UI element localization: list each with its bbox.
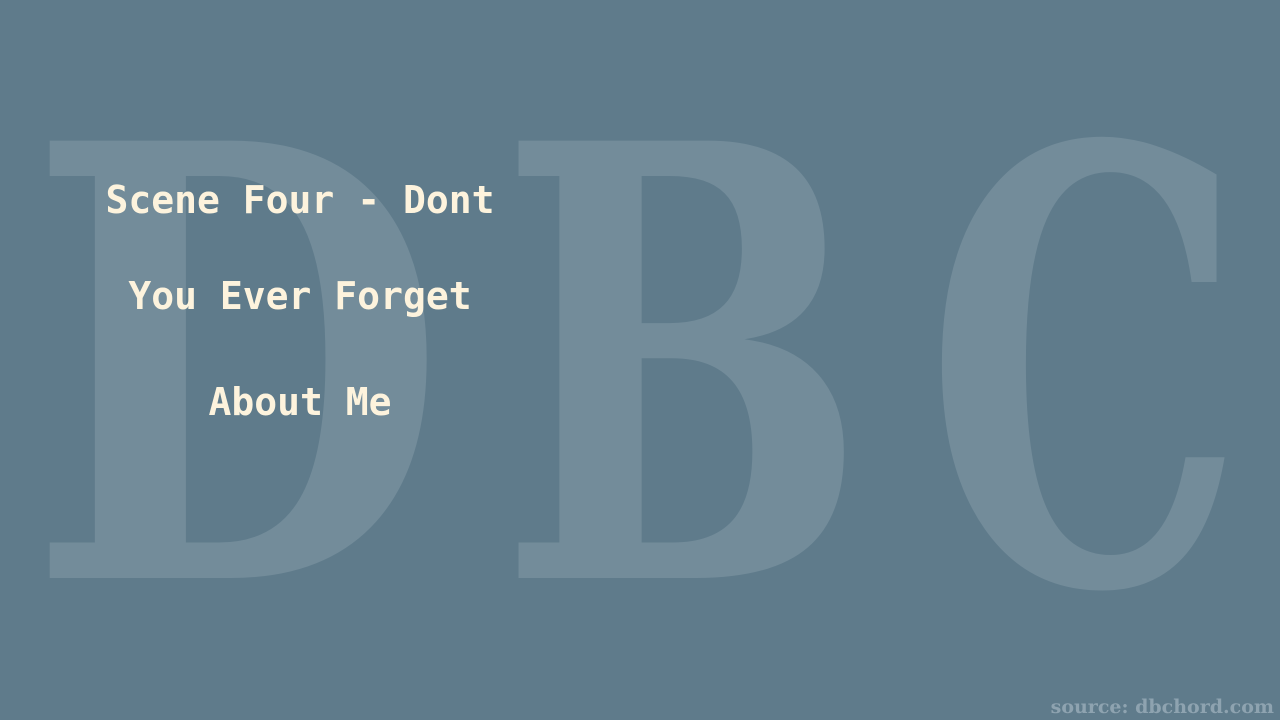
- song-title-line-2: You Ever Forget: [128, 274, 472, 318]
- song-title-line-3: About Me: [208, 380, 392, 424]
- source-credit: source: dbchord.com: [1050, 696, 1274, 718]
- watermark-letter-c: C: [925, 19, 1245, 720]
- dbc-watermark-logo: D B C: [27, 15, 1245, 720]
- song-title-line-1: Scene Four - Dont: [105, 178, 495, 222]
- watermark-letter-b: B: [498, 15, 868, 720]
